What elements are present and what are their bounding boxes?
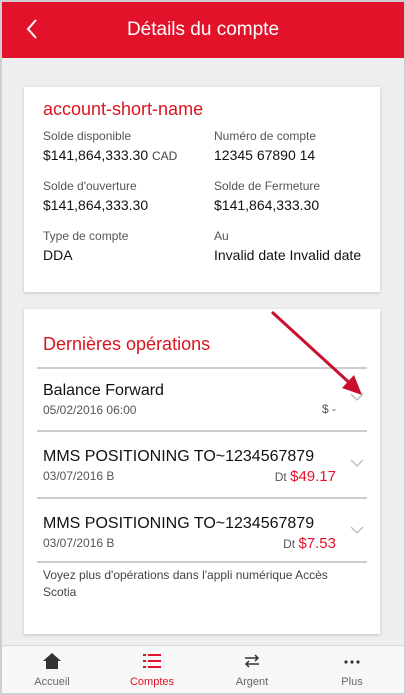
tab-accounts[interactable]: Comptes: [102, 646, 202, 693]
transaction-date: 05/02/2016 06:00: [43, 403, 137, 417]
tab-label: Comptes: [129, 676, 175, 688]
divider: [37, 561, 367, 563]
currency-code: CAD: [152, 149, 178, 163]
tab-money[interactable]: Argent: [202, 646, 302, 693]
account-type-value: DDA: [43, 247, 73, 263]
amount-value: $7.53: [298, 535, 336, 552]
divider: [37, 430, 367, 432]
available-balance-label: Solde disponible: [43, 129, 132, 143]
chevron-down-icon[interactable]: [350, 525, 364, 535]
opening-balance-label: Solde d'ouverture: [43, 179, 137, 193]
divider: [37, 367, 367, 369]
tab-more[interactable]: Plus: [302, 646, 402, 693]
list-icon: [143, 654, 161, 668]
transaction-name: Balance Forward: [43, 382, 164, 399]
transaction-date: 03/07/2016 B: [43, 536, 115, 550]
chevron-down-icon[interactable]: [350, 458, 364, 468]
page-title: Détails du compte: [126, 19, 280, 40]
closing-balance-value: $141,864,333.30: [214, 197, 320, 213]
divider: [37, 497, 367, 499]
account-number-value: 12345 67890 14: [214, 147, 316, 163]
available-balance-value: $141,864,333.30 CAD: [43, 147, 177, 163]
transaction-amount: $ -: [322, 402, 336, 416]
app-screen: Détails du compte account-short-name Sol…: [0, 0, 406, 695]
account-name: account-short-name: [43, 99, 204, 119]
account-number-label: Numéro de compte: [214, 129, 317, 143]
transaction-row[interactable]: MMS POSITIONING TO~1234567879 03/07/2016…: [24, 448, 380, 508]
account-details-card: account-short-name Solde disponible $141…: [24, 87, 380, 292]
as-of-label: Au: [214, 229, 229, 243]
bottom-tab-bar: Accueil Comptes Argent Plus: [2, 645, 404, 693]
tab-home[interactable]: Accueil: [2, 646, 102, 693]
closing-balance-label: Solde de Fermeture: [214, 179, 321, 193]
account-type-label: Type de compte: [43, 229, 129, 243]
transaction-row[interactable]: Balance Forward 05/02/2016 06:00 $ -: [24, 382, 380, 442]
amount-prefix: Dt: [274, 470, 287, 484]
as-of-value: Invalid date Invalid date: [214, 247, 362, 263]
app-header: Détails du compte: [2, 2, 404, 58]
recent-transactions-card: Dernières opérations Balance Forward 05/…: [24, 309, 380, 634]
transaction-name: MMS POSITIONING TO~1234567879: [43, 448, 315, 465]
opening-balance-value: $141,864,333.30: [43, 197, 149, 213]
transaction-amount: Dt $7.53: [283, 535, 336, 552]
more-dots-icon: [344, 660, 360, 664]
tab-label: Plus: [341, 676, 363, 688]
home-icon: [43, 653, 61, 669]
transactions-title: Dernières opérations: [43, 334, 211, 354]
transaction-name: MMS POSITIONING TO~1234567879: [43, 515, 315, 532]
amount-prefix: $ -: [321, 402, 336, 416]
transaction-date: 03/07/2016 B: [43, 469, 115, 483]
more-transactions-note: Voyez plus d'opérations dans l'appli num…: [43, 568, 328, 599]
transaction-amount: Dt $49.17: [275, 468, 336, 485]
available-balance-amount: $141,864,333.30: [43, 147, 149, 163]
amount-value: $49.17: [290, 468, 336, 485]
chevron-down-icon[interactable]: [350, 392, 364, 402]
amount-prefix: Dt: [283, 537, 296, 551]
transfer-arrows-icon: [244, 654, 260, 668]
tab-label: Argent: [235, 676, 269, 688]
tab-label: Accueil: [34, 676, 70, 688]
transaction-row[interactable]: MMS POSITIONING TO~1234567879 03/07/2016…: [24, 515, 380, 575]
